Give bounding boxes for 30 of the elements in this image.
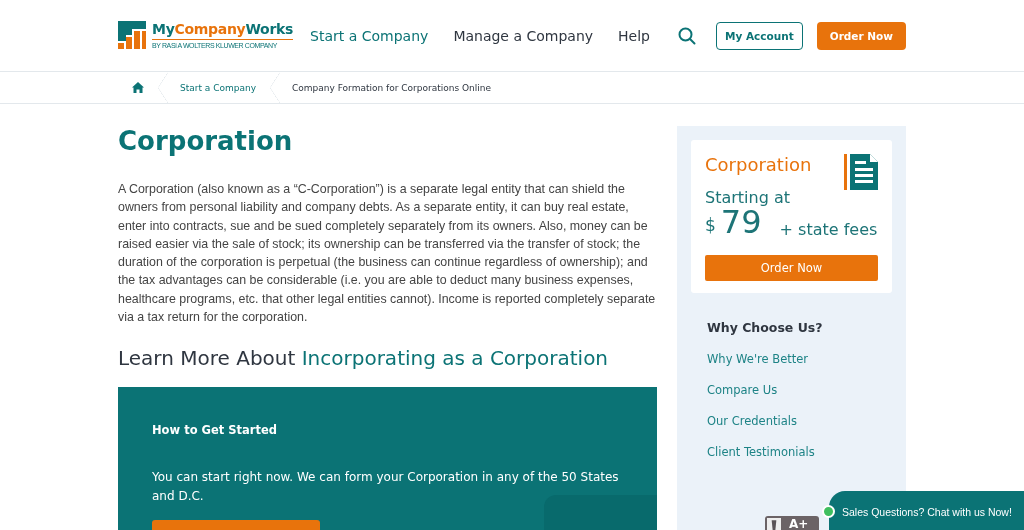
page-title: Corporation	[118, 126, 294, 158]
search-icon[interactable]	[678, 26, 696, 45]
my-account-button[interactable]: My Account	[716, 21, 803, 50]
state-fees-label: + state fees	[779, 220, 878, 239]
chat-label: Sales Questions? Chat with us Now!	[842, 506, 1012, 518]
nav-link[interactable]: Help	[618, 27, 650, 44]
rating-grade: A+	[789, 517, 809, 530]
sidebar-link[interactable]: Client Testimonials	[707, 445, 892, 459]
description-paragraph: A Corporation (also known as a “C-Corporation”) is a separate legal entity that can shield the owners from personal liability and company debts. As a separate entity, it can buy real estate, enter into contracts, sue and be sued completely separately from its owners. Also, money can be raised easier via the sale of stock; its ownership can be transferred via the transfer of stock; the duration of the corporation is perpetual (the business can continue regardless of ownership); and the tax advantages can be considerable (i.e. you are able to deduct many business expenses, healthcare programs, etc. that other legal entities cannot). Income is reported completely separate via a tax return for the corporation.	[118, 181, 657, 327]
section-heading: Learn More About Incorporating as a Corporation	[118, 346, 610, 371]
rating-badge[interactable]: A+	[765, 516, 819, 530]
sidebar-link[interactable]: Compare Us	[707, 383, 892, 397]
card-title: Corporation	[705, 154, 812, 177]
breadcrumb-link[interactable]: Start a Company	[180, 82, 257, 93]
order-now-button[interactable]: Order Now	[705, 255, 878, 281]
starting-at-label: Starting at	[705, 188, 791, 207]
logo-icon	[118, 20, 146, 49]
home-icon[interactable]	[132, 82, 144, 93]
logo-wordmark[interactable]: MyCompanyWorks	[152, 20, 294, 40]
currency-symbol: $	[705, 215, 716, 235]
document-icon	[844, 154, 878, 190]
panel-title: How to Get Started	[152, 423, 279, 438]
sidebar-link[interactable]: Why We're Better	[707, 352, 892, 366]
nav-link[interactable]: Start a Company	[310, 27, 429, 44]
panel-text: You can start right now. We can form your Corporation in any of the 50 States and D.C.	[152, 469, 620, 506]
sidebar-link[interactable]: Our Credentials	[707, 414, 892, 428]
nav-link[interactable]: Manage a Company	[453, 27, 594, 44]
order-now-button[interactable]: Order Now	[816, 21, 906, 50]
chat-widget[interactable]: Sales Questions? Chat with us Now!	[829, 491, 1024, 530]
why-heading: Why Choose Us?	[707, 320, 824, 335]
